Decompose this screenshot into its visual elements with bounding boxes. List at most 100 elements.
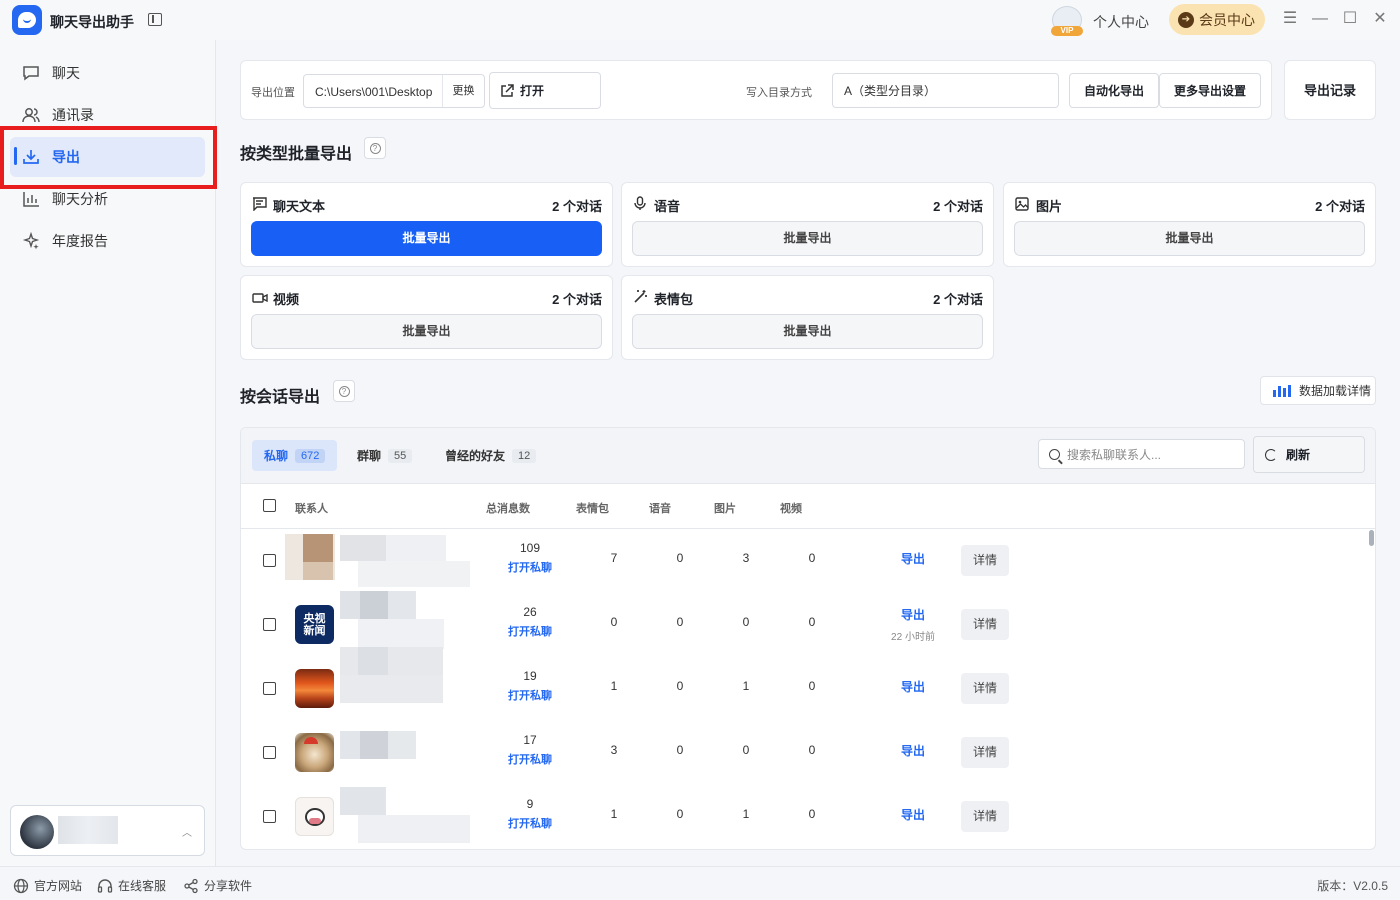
table-row[interactable]: 17 打开私聊 3 0 0 0 导出 详情 (241, 721, 1371, 785)
column-voice: 语音 (649, 503, 671, 515)
globe-icon (13, 878, 29, 893)
data-load-details-label: 数据加载详情 (1299, 384, 1372, 398)
detail-button[interactable]: 详情 (961, 801, 1009, 832)
refresh-icon (1265, 448, 1277, 461)
sticker-count: 0 (610, 615, 618, 629)
open-chat-link[interactable]: 打开私聊 (500, 687, 560, 703)
auto-export-button[interactable]: 自动化导出 (1069, 73, 1159, 108)
tab-group-chat[interactable]: 群聊 55 (345, 440, 424, 471)
chevron-up-icon: ︿ (182, 828, 192, 839)
batch-export-button[interactable]: 批量导出 (632, 314, 983, 349)
export-records-button[interactable]: 导出记录 (1284, 60, 1376, 120)
member-center-button[interactable]: ➔ 会员中心 (1169, 4, 1265, 35)
change-path-button[interactable]: 更换 (442, 75, 484, 107)
table-row[interactable]: 109 打开私聊 7 0 3 0 导出 详情 (241, 529, 1371, 593)
refresh-button[interactable]: 刷新 (1253, 436, 1365, 473)
sidebar-item-chat[interactable]: 聊天 (10, 53, 205, 93)
footer-bar: 官方网站 在线客服 分享软件 版本：V2.0.5 (0, 866, 1400, 900)
type-card-name: 语音 (654, 199, 681, 214)
export-link[interactable]: 导出 (896, 742, 930, 759)
batch-export-button[interactable]: 批量导出 (632, 221, 983, 256)
dir-mode-label: 写入目录方式 (746, 87, 812, 99)
bar-chart-icon (1273, 384, 1291, 397)
avatar (285, 534, 335, 580)
detail-button[interactable]: 详情 (961, 545, 1009, 576)
detail-button[interactable]: 详情 (961, 673, 1009, 704)
last-export-time: 22 小时前 (891, 632, 935, 643)
row-checkbox[interactable] (263, 682, 276, 695)
export-link[interactable]: 导出 (896, 678, 930, 695)
detail-button[interactable]: 详情 (961, 609, 1009, 640)
data-load-details-button[interactable]: 数据加载详情 (1260, 376, 1376, 405)
batch-export-button[interactable]: 批量导出 (251, 221, 602, 256)
export-path-value: C:\Users\001\Desktop (315, 85, 433, 99)
total-messages: 109 (519, 541, 541, 555)
open-chat-link[interactable]: 打开私聊 (500, 559, 560, 575)
highlight-annotation-box (0, 126, 217, 189)
version-label: 版本：V2.0.5 (1317, 879, 1388, 893)
type-card-image: 图片 2 个对话 批量导出 (1003, 182, 1376, 267)
image-count: 1 (742, 679, 750, 693)
sidebar-collapse-icon[interactable] (148, 13, 162, 26)
video-count: 0 (808, 743, 816, 757)
message-text-icon (253, 197, 267, 211)
online-support-link[interactable]: 在线客服 (97, 877, 166, 894)
table-row[interactable]: 19 打开私聊 1 0 1 0 导出 详情 (241, 647, 1371, 721)
detail-button[interactable]: 详情 (961, 737, 1009, 768)
tab-former-friends[interactable]: 曾经的好友 12 (433, 440, 548, 471)
row-checkbox[interactable] (263, 554, 276, 567)
open-chat-link[interactable]: 打开私聊 (500, 815, 560, 831)
total-messages: 9 (526, 797, 534, 811)
open-folder-label: 打开 (520, 84, 545, 98)
more-export-settings-button[interactable]: 更多导出设置 (1159, 73, 1261, 108)
session-table-header: 私聊 672 群聊 55 曾经的好友 12 搜索私聊联系人... 刷新 (241, 428, 1375, 484)
official-website-link[interactable]: 官方网站 (13, 877, 82, 894)
share-icon (184, 878, 198, 893)
chat-bubble-icon (22, 64, 40, 82)
tab-count-badge: 672 (295, 448, 326, 463)
search-icon (1049, 448, 1060, 460)
table-scrollbar[interactable] (1369, 530, 1374, 546)
close-icon[interactable]: ✕ (1372, 11, 1388, 27)
export-link[interactable]: 导出 (896, 806, 930, 823)
maximize-icon[interactable]: ☐ (1342, 11, 1358, 27)
session-export-title: 按会话导出 (240, 389, 321, 406)
help-icon[interactable]: ? (333, 380, 355, 402)
row-checkbox[interactable] (263, 746, 276, 759)
export-link[interactable]: 导出 (896, 606, 930, 623)
export-toolbar: 导出位置 C:\Users\001\Desktop 更换 打开 写入目录方式 A… (240, 60, 1272, 120)
export-path-field[interactable]: C:\Users\001\Desktop 更换 (303, 74, 485, 108)
sticker-count: 1 (610, 807, 618, 821)
type-card-name: 图片 (1036, 199, 1063, 214)
personal-center-link[interactable]: 个人中心 (1093, 12, 1149, 32)
batch-export-button[interactable]: 批量导出 (251, 314, 602, 349)
sidebar-item-annual-report[interactable]: 年度报告 (10, 221, 205, 261)
tab-private-chat[interactable]: 私聊 672 (252, 440, 338, 471)
contact-search-input[interactable]: 搜索私聊联系人... (1038, 439, 1245, 469)
export-link[interactable]: 导出 (896, 550, 930, 567)
type-card-voice: 语音 2 个对话 批量导出 (621, 182, 994, 267)
voice-count: 0 (676, 615, 684, 629)
open-chat-link[interactable]: 打开私聊 (500, 623, 560, 639)
batch-export-button[interactable]: 批量导出 (1014, 221, 1365, 256)
minimize-icon[interactable]: — (1312, 11, 1328, 27)
sticker-count: 3 (610, 743, 618, 757)
open-folder-button[interactable]: 打开 (489, 72, 601, 109)
app-title: 聊天导出助手 (50, 14, 134, 30)
headset-icon (97, 878, 113, 893)
table-row[interactable]: 9 打开私聊 1 0 1 0 导出 详情 (241, 785, 1371, 849)
user-account-card[interactable]: ︿ (10, 805, 205, 856)
share-software-link[interactable]: 分享软件 (183, 877, 252, 894)
help-icon[interactable]: ? (364, 137, 386, 159)
row-checkbox[interactable] (263, 810, 276, 823)
export-location-label: 导出位置 (251, 87, 295, 99)
select-all-checkbox[interactable] (263, 499, 276, 512)
menu-icon[interactable]: ☰ (1282, 11, 1298, 27)
column-contact: 联系人 (295, 503, 328, 515)
open-chat-link[interactable]: 打开私聊 (500, 751, 560, 767)
vip-badge: VIP (1051, 26, 1083, 36)
row-checkbox[interactable] (263, 618, 276, 631)
dir-mode-select[interactable]: A（类型分目录） (832, 73, 1059, 108)
video-icon (252, 293, 268, 303)
sticker-count: 1 (610, 679, 618, 693)
